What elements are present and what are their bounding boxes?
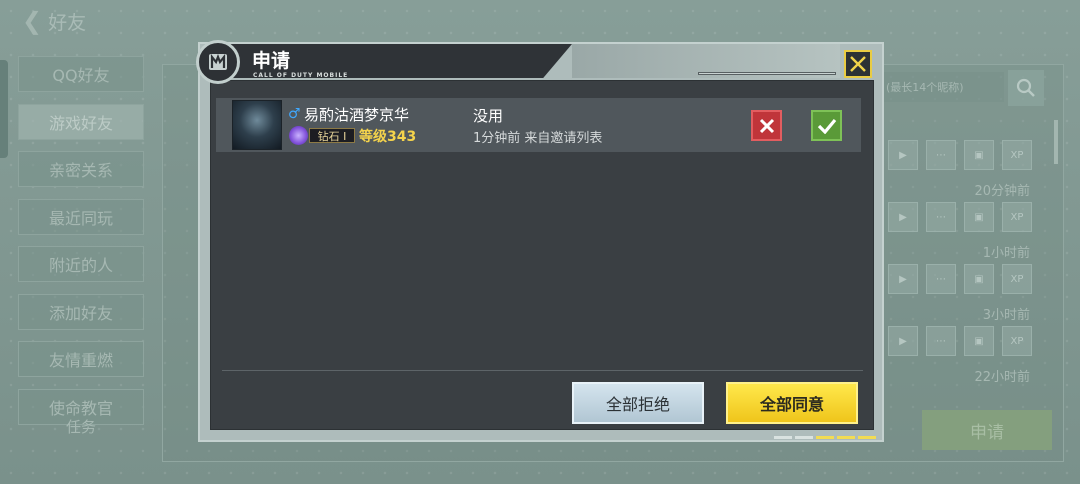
accept-all-button[interactable]: 全部同意 (726, 382, 858, 424)
bg-nav-sub-task: 任务 (66, 418, 97, 436)
bg-friend-nav: QQ好友 游戏好友 亲密关系 最近同玩 附近的人 添加好友 友情重燃 使命教官 (18, 56, 144, 436)
bg-gift-icon: ▣ (964, 326, 994, 356)
bg-nav-intimate: 亲密关系 (18, 151, 144, 187)
bg-chat-icon: ⋯ (926, 202, 956, 232)
bg-gift-icon: ▣ (964, 202, 994, 232)
bg-play-icon: ▶ (888, 264, 918, 294)
dialog-subtitle: CALL OF DUTY MOBILE (253, 72, 349, 79)
bg-nav-game-friends: 游戏好友 (18, 103, 144, 140)
checkmark-icon (817, 118, 836, 134)
reject-all-button[interactable]: 全部拒绝 (572, 382, 704, 424)
bg-friend-rows: ▶ ⋯ ▣ XP 20分钟前 ▶ ⋯ ▣ XP 1小时前 ▶ ⋯ ▣ XP 3小… (880, 120, 1040, 430)
bg-nav-add-friend: 添加好友 (18, 293, 144, 330)
bg-xp-icon: XP (1002, 202, 1032, 232)
avatar[interactable] (232, 100, 282, 150)
bg-chat-icon: ⋯ (926, 264, 956, 294)
close-x-icon (850, 56, 866, 72)
bg-xp-icon: XP (1002, 140, 1032, 170)
accept-request-button[interactable] (811, 110, 842, 141)
bg-nav-nearby: 附近的人 (18, 246, 144, 282)
male-gender-icon: ♂ (288, 106, 301, 122)
bg-play-icon: ▶ (888, 202, 918, 232)
bg-play-icon: ▶ (888, 140, 918, 170)
level-label: 等级343 (359, 129, 417, 145)
header-decoration-line (698, 72, 836, 75)
bg-nav-recent: 最近同玩 (18, 198, 144, 235)
bg-friend-row: ▶ ⋯ ▣ XP (880, 120, 1040, 182)
bg-search-input: (最长14个昵称) (880, 72, 1004, 102)
bg-apply-button: 申请 (922, 410, 1052, 450)
side-drawer-handle (0, 60, 8, 158)
reject-request-button[interactable] (751, 110, 782, 141)
bg-play-icon: ▶ (888, 326, 918, 356)
bg-header: ❮ 好友 (22, 6, 86, 36)
request-time-source: 1分钟前 来自邀请列表 (473, 131, 603, 146)
rank-label: 钻石 I (309, 128, 355, 143)
page-indicator (774, 436, 876, 439)
bg-search-icon (1008, 70, 1044, 106)
bg-nav-qq-friends: QQ好友 (18, 56, 144, 92)
dialog-title: 申请 (252, 50, 291, 72)
bg-page-title: 好友 (48, 11, 87, 34)
bg-gift-icon: ▣ (964, 140, 994, 170)
close-button[interactable] (844, 50, 872, 78)
bg-chat-icon: ⋯ (926, 140, 956, 170)
bg-nav-rekindle: 友情重燃 (18, 341, 144, 377)
back-arrow-icon: ❮ (22, 7, 43, 35)
bg-gift-icon: ▣ (964, 264, 994, 294)
player-name: 易酌沽酒梦京华 (304, 106, 410, 124)
diamond-rank-icon (289, 126, 308, 145)
cod-logo-icon (196, 40, 240, 84)
bg-xp-icon: XP (1002, 326, 1032, 356)
request-message: 没用 (473, 107, 504, 125)
bg-friend-row: 1小时前 ▶ ⋯ ▣ XP (880, 244, 1040, 306)
dialog-divider (222, 370, 863, 371)
bg-scrollbar (1054, 120, 1058, 164)
bg-xp-icon: XP (1002, 264, 1032, 294)
x-icon (759, 118, 774, 133)
bg-chat-icon: ⋯ (926, 326, 956, 356)
bg-friend-row: 20分钟前 ▶ ⋯ ▣ XP (880, 182, 1040, 244)
bg-friend-row: 3小时前 ▶ ⋯ ▣ XP (880, 306, 1040, 368)
